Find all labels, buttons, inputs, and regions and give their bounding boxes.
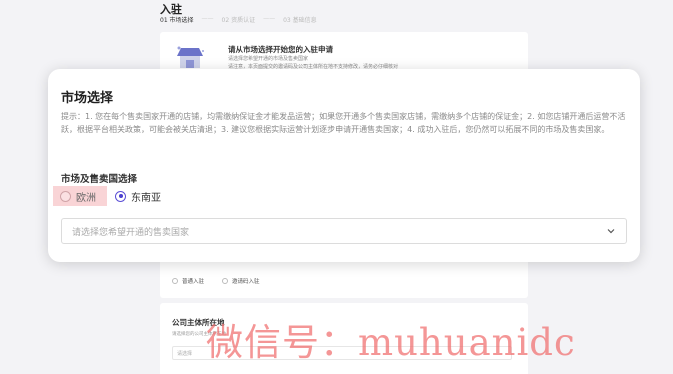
step-separator: —— [263,15,276,22]
step-indicator: 01 市场选择 —— 02 资质认证 —— 03 基础信息 [160,15,317,24]
entry-type-normal[interactable]: 普通入驻 [172,277,204,285]
entry-type-label: 普通入驻 [182,279,205,285]
step-2: 02 资质认证 [221,17,256,24]
market-radio-europe[interactable]: 欧洲 [53,186,107,206]
step-3: 03 基础信息 [283,17,317,24]
intro-heading: 请从市场选择开始您的入驻申请 [228,45,333,54]
store-icon [172,44,208,70]
country-select-placeholder: 请选择您希望开通的售卖国家 [72,227,190,238]
country-select[interactable]: 请选择您希望开通的售卖国家 [61,218,627,244]
entry-type-invite[interactable]: 邀请码入驻 [222,277,260,285]
chevron-down-icon [606,226,616,236]
step-separator: —— [201,15,214,22]
market-label: 东南亚 [131,192,161,204]
market-radio-southeast-asia[interactable]: 东南亚 [115,186,161,206]
step-1: 01 市场选择 [160,17,194,24]
entry-type-label: 邀请码入驻 [232,279,260,285]
modal-hint: 提示：1. 您在每个售卖国家开通的店铺，均需缴纳保证金才能发品运营；如果您开通多… [61,112,626,134]
modal-title: 市场选择 [61,91,114,106]
watermark: 微信号：muhuanidc [206,321,576,364]
radio-icon [222,278,229,284]
market-label: 欧洲 [76,192,96,204]
market-selection-modal: 市场选择 提示：1. 您在每个售卖国家开通的店铺，均需缴纳保证金才能发品运营；如… [48,69,640,262]
intro-subtitle: 请选择您希望开通的市场及售卖国家 [228,56,309,62]
entry-type-group: 普通入驻 邀请码入驻 [172,277,260,285]
radio-icon [60,190,71,202]
market-section-label: 市场及售卖国选择 [61,174,138,185]
radio-icon [172,278,178,284]
radio-selected-icon [115,190,126,202]
